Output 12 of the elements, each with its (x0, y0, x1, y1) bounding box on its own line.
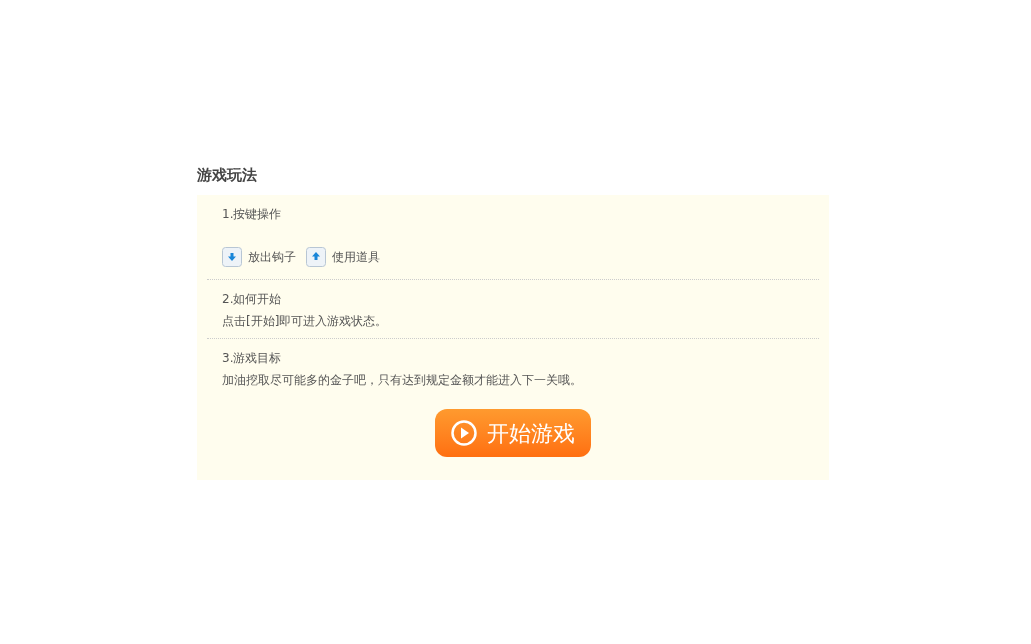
up-arrow-key-icon (306, 247, 326, 267)
step-heading: 1.按键操作 (222, 206, 282, 223)
start-game-button[interactable]: 开始游戏 (435, 409, 591, 457)
step-heading: 2.如何开始 (222, 291, 282, 308)
step-heading: 3.游戏目标 (222, 350, 282, 367)
step-text: 加油挖取尽可能多的金子吧，只有达到规定金额才能进入下一关哦。 (222, 372, 582, 389)
step-text: 点击[开始]即可进入游戏状态。 (222, 313, 388, 330)
play-icon (451, 420, 477, 446)
key-label: 使用道具 (332, 249, 380, 266)
key-label: 放出钩子 (248, 249, 296, 266)
section-title: 游戏玩法 (197, 165, 257, 186)
down-arrow-key-icon (222, 247, 242, 267)
